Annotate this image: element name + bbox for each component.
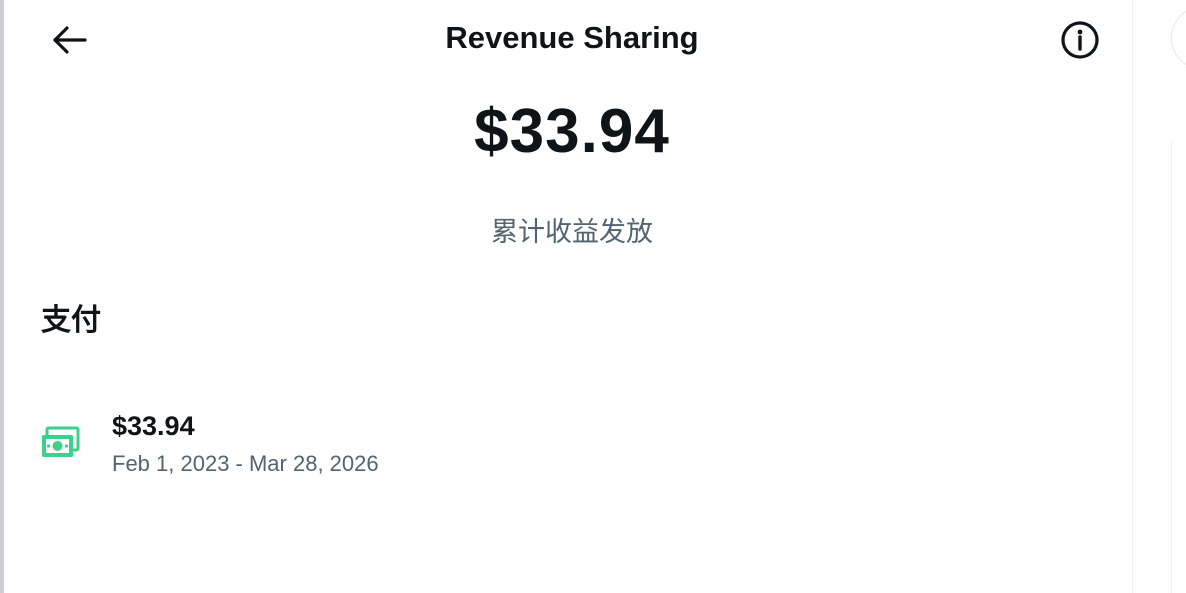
sidebar-circle-button[interactable] <box>1171 6 1186 70</box>
total-earnings-amount: $33.94 <box>474 97 670 166</box>
revenue-sharing-panel: Revenue Sharing $33.94 累计收益发放 支付 $33.94 … <box>4 0 1132 593</box>
page-title: Revenue Sharing <box>445 20 699 55</box>
right-sidebar <box>1133 0 1186 593</box>
sidebar-divider <box>1171 140 1172 593</box>
total-earnings-label: 累计收益发放 <box>491 217 653 247</box>
money-icon <box>42 426 80 457</box>
payout-list-item[interactable]: $33.94 Feb 1, 2023 - Mar 28, 2026 <box>4 396 1132 492</box>
payout-amount: $33.94 <box>112 411 195 441</box>
info-button[interactable] <box>1058 18 1102 62</box>
info-circle-icon <box>1061 21 1099 59</box>
payout-date-range: Feb 1, 2023 - Mar 28, 2026 <box>112 451 379 476</box>
payments-section-title: 支付 <box>41 304 101 337</box>
header: Revenue Sharing <box>4 0 1132 78</box>
